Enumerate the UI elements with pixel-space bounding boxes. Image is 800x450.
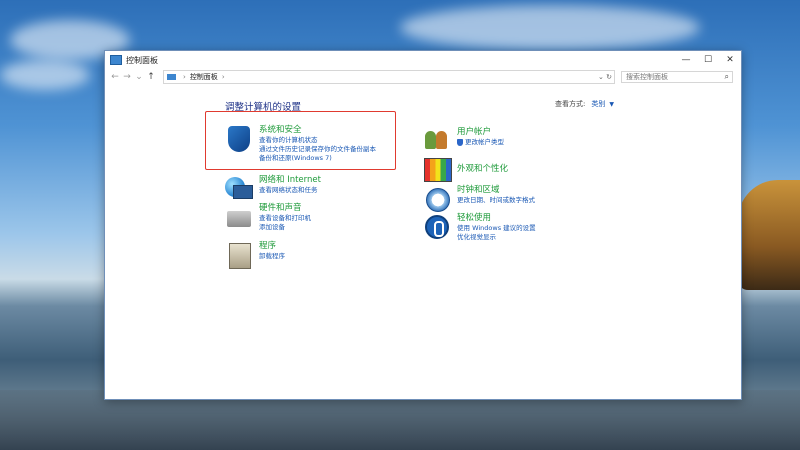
rock-formation	[738, 180, 800, 290]
breadcrumb-separator-icon[interactable]: ›	[183, 73, 186, 81]
search-icon[interactable]: ⌕	[725, 72, 729, 82]
category-title[interactable]: 硬件和声音	[259, 203, 311, 214]
category-link[interactable]: 更改帐户类型	[457, 138, 504, 147]
category-appearance: 外观和个性化	[423, 155, 508, 183]
category-network: 网络和 Internet 查看网络状态和任务	[225, 175, 321, 203]
category-link[interactable]: 卸载程序	[259, 252, 285, 261]
refresh-icon[interactable]: ⌄ ↻	[598, 73, 612, 81]
cloud	[400, 5, 700, 50]
category-title[interactable]: 程序	[259, 241, 285, 252]
category-link[interactable]: 使用 Windows 建议的设置	[457, 224, 536, 233]
category-link[interactable]: 查看网络状态和任务	[259, 186, 321, 195]
search-input[interactable]: 搜索控制面板 ⌕	[621, 71, 733, 83]
category-title[interactable]: 时钟和区域	[457, 185, 535, 196]
address-field[interactable]: › 控制面板 › ⌄ ↻	[163, 70, 615, 84]
breadcrumb-control-panel[interactable]: 控制面板	[190, 72, 218, 82]
breadcrumb-chevron-icon[interactable]: ›	[222, 73, 225, 81]
control-panel-icon	[167, 74, 176, 80]
printer-icon[interactable]	[225, 203, 253, 231]
ease-of-access-icon[interactable]	[423, 213, 451, 241]
program-box-icon[interactable]	[225, 241, 253, 269]
highlight-box	[205, 111, 396, 170]
clock-icon[interactable]	[423, 185, 451, 213]
category-link[interactable]: 优化视觉显示	[457, 233, 536, 242]
up-button[interactable]: ↑	[145, 72, 157, 82]
back-button[interactable]: ←	[109, 72, 121, 82]
category-title[interactable]: 外观和个性化	[457, 164, 508, 175]
category-user-accounts: 用户帐户 更改帐户类型	[423, 127, 504, 155]
chevron-down-icon[interactable]: ▼	[609, 101, 614, 108]
control-panel-window: 控制面板 — ☐ ✕ ← → ⌄ ↑ › 控制面板 › ⌄ ↻ 搜索控制面板 ⌕…	[104, 50, 742, 400]
view-by-dropdown[interactable]: 类别	[591, 99, 605, 109]
category-ease-of-access: 轻松使用 使用 Windows 建议的设置 优化视觉显示	[423, 213, 536, 242]
cloud	[0, 60, 90, 90]
search-placeholder: 搜索控制面板	[626, 73, 668, 81]
color-palette-icon[interactable]	[423, 155, 452, 183]
view-by: 查看方式: 类别 ▼	[555, 99, 614, 109]
control-panel-icon	[110, 55, 122, 65]
minimize-button[interactable]: —	[675, 51, 697, 69]
close-button[interactable]: ✕	[719, 51, 741, 69]
title-bar: 控制面板 — ☐ ✕	[105, 51, 741, 69]
maximize-button[interactable]: ☐	[697, 51, 719, 69]
recent-dropdown-icon[interactable]: ⌄	[133, 72, 145, 82]
network-globe-icon[interactable]	[225, 175, 253, 203]
category-title[interactable]: 轻松使用	[457, 213, 536, 224]
window-title: 控制面板	[126, 55, 158, 65]
category-link[interactable]: 更改日期、时间或数字格式	[457, 196, 535, 205]
window-controls: — ☐ ✕	[675, 51, 741, 69]
category-title[interactable]: 网络和 Internet	[259, 175, 321, 186]
uac-shield-icon	[457, 138, 463, 146]
view-by-label: 查看方式:	[555, 100, 586, 108]
category-clock-region: 时钟和区域 更改日期、时间或数字格式	[423, 185, 535, 213]
category-title[interactable]: 用户帐户	[457, 127, 504, 138]
category-link[interactable]: 查看设备和打印机	[259, 214, 311, 223]
users-icon[interactable]	[423, 127, 451, 155]
category-hardware-sound: 硬件和声音 查看设备和打印机 添加设备	[225, 203, 311, 232]
category-programs: 程序 卸载程序	[225, 241, 285, 269]
address-bar: ← → ⌄ ↑ › 控制面板 › ⌄ ↻ 搜索控制面板 ⌕	[105, 69, 741, 85]
category-link-text: 更改帐户类型	[465, 138, 504, 146]
forward-button[interactable]: →	[121, 72, 133, 82]
category-link[interactable]: 添加设备	[259, 223, 311, 232]
